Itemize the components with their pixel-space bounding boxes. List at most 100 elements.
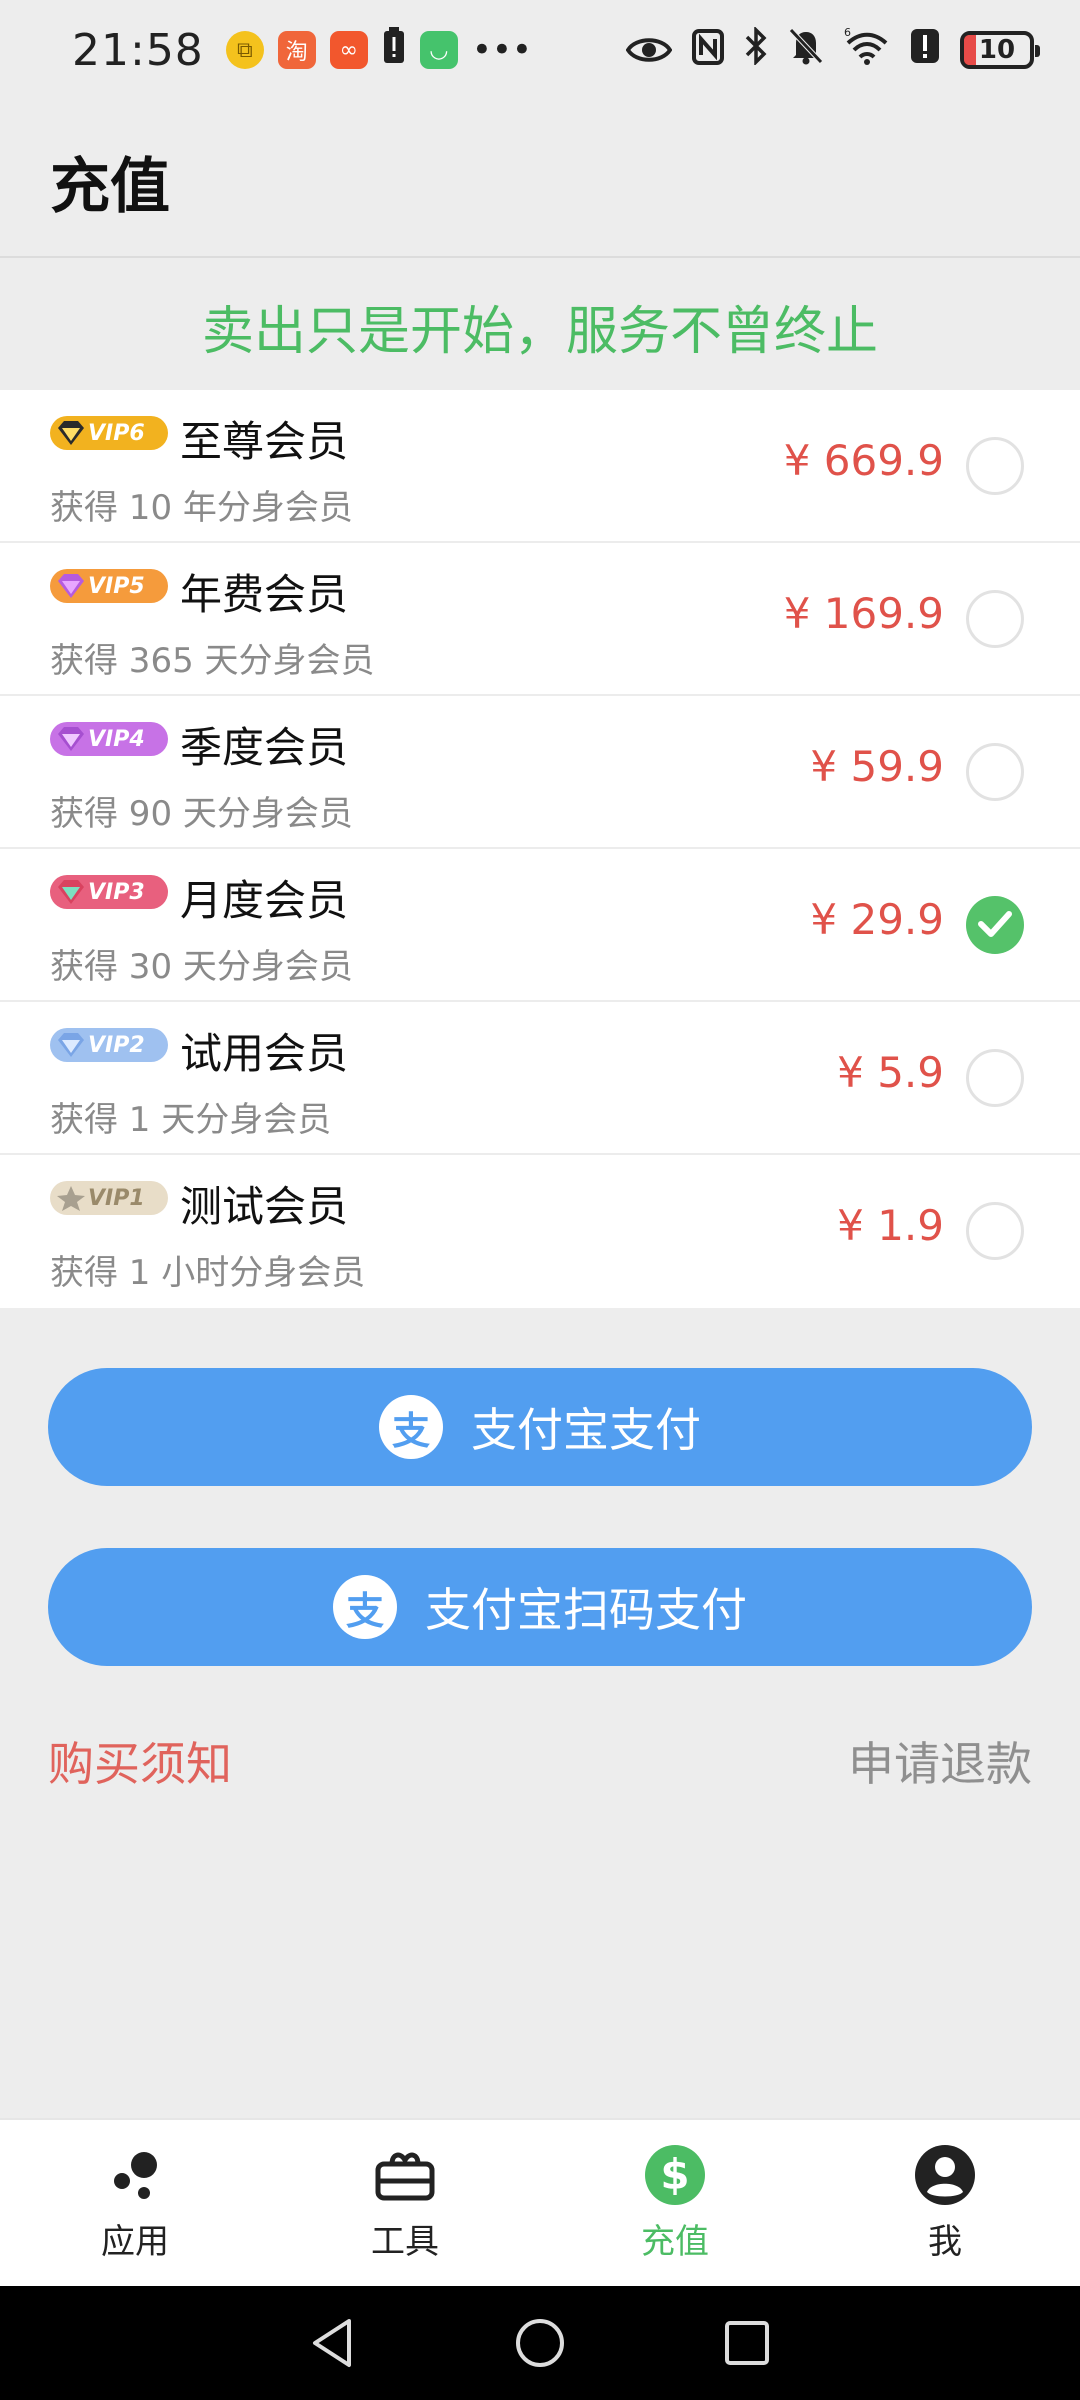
toolbox-icon — [374, 2144, 436, 2206]
apps-dots-icon — [104, 2144, 166, 2206]
diamond-icon — [58, 727, 84, 751]
plan-name: 试用会员 — [180, 1029, 349, 1078]
vip-badge-label: VIP4 — [88, 726, 145, 752]
account-circle-icon — [914, 2144, 976, 2206]
plan-price: ¥ 5.9 — [837, 1048, 944, 1097]
system-status-icons: 6 10 — [625, 25, 1040, 75]
vip-badge-label: VIP5 — [88, 573, 145, 599]
plan-desc: 获得 10 年分身会员 — [50, 488, 353, 528]
dollar-circle-icon: $ — [644, 2144, 706, 2206]
plan-radio[interactable] — [966, 1202, 1024, 1260]
nav-label: 充值 — [641, 2221, 709, 2262]
vip-badge-label: VIP2 — [88, 1032, 145, 1058]
vip-badge-label: VIP6 — [88, 420, 145, 446]
plan-name: 测试会员 — [180, 1182, 349, 1231]
alipay-scan-pay-button[interactable]: 支 支付宝扫码支付 — [48, 1548, 1032, 1666]
vip-badge: VIP4 — [50, 722, 168, 756]
nav-item-tools[interactable]: 工具 — [270, 2120, 540, 2286]
footer-links: 购买须知 申请退款 — [48, 1728, 1032, 1798]
alipay-icon: 支 — [379, 1395, 443, 1459]
back-icon[interactable] — [309, 2317, 357, 2369]
battery-alert-icon — [382, 26, 406, 75]
star-icon — [57, 1186, 85, 1211]
diamond-icon — [58, 421, 84, 445]
plan-name: 年费会员 — [180, 570, 349, 619]
mute-bell-icon — [788, 26, 824, 75]
home-icon[interactable] — [514, 2317, 566, 2369]
nav-item-recharge[interactable]: $ 充值 — [540, 2120, 810, 2286]
vip-badge: VIP6 — [50, 416, 168, 450]
vip-badge: VIP3 — [50, 875, 168, 909]
plan-price: ¥ 1.9 — [837, 1201, 944, 1250]
plan-price: ¥ 59.9 — [810, 742, 944, 791]
plan-list: VIP6 至尊会员 获得 10 年分身会员 ¥ 669.9 VIP5 年费会员 … — [0, 390, 1080, 1308]
app-header: 充值 — [0, 100, 1080, 258]
plan-radio[interactable] — [966, 437, 1024, 495]
purchase-notice-link[interactable]: 购买须知 — [48, 1728, 232, 1794]
plan-desc: 获得 1 天分身会员 — [50, 1100, 332, 1140]
alipay-scan-pay-label: 支付宝扫码支付 — [425, 1583, 747, 1637]
vip-badge-label: VIP3 — [88, 879, 145, 905]
refund-request-link[interactable]: 申请退款 — [848, 1728, 1032, 1794]
page-title: 充值 — [50, 152, 170, 222]
recents-icon[interactable] — [723, 2319, 771, 2367]
plan-desc: 获得 1 小时分身会员 — [50, 1253, 366, 1293]
plan-name: 季度会员 — [180, 723, 349, 772]
plan-desc: 获得 90 天分身会员 — [50, 794, 353, 834]
plan-row-vip4[interactable]: VIP4 季度会员 获得 90 天分身会员 ¥ 59.9 — [0, 696, 1080, 849]
diamond-icon — [58, 1033, 84, 1057]
system-nav-bar — [0, 2286, 1080, 2400]
plan-radio[interactable] — [966, 743, 1024, 801]
plan-desc: 获得 30 天分身会员 — [50, 947, 353, 987]
plan-radio[interactable] — [966, 590, 1024, 648]
svg-text:$: $ — [660, 2150, 689, 2199]
plan-row-vip2[interactable]: VIP2 试用会员 获得 1 天分身会员 ¥ 5.9 — [0, 1002, 1080, 1155]
nav-label: 应用 — [101, 2221, 169, 2262]
notification-icons: ⧉ 淘 ∞ ◡ ••• — [225, 26, 532, 75]
plan-row-vip6[interactable]: VIP6 至尊会员 获得 10 年分身会员 ¥ 669.9 — [0, 390, 1080, 543]
bluetooth-icon — [744, 25, 768, 75]
mi-home-icon: ◡ — [419, 31, 458, 69]
plan-radio[interactable] — [966, 1049, 1024, 1107]
check-icon — [978, 911, 1012, 937]
alert-icon — [910, 26, 940, 75]
alipay-icon: 支 — [333, 1575, 397, 1639]
plan-radio-checked[interactable] — [966, 896, 1024, 954]
bottom-nav: 应用 工具 $ 充值 我 — [0, 2118, 1080, 2286]
plan-price: ¥ 169.9 — [783, 589, 944, 638]
status-time: 21:58 — [72, 24, 204, 76]
copy-app-icon: ⧉ — [225, 31, 264, 69]
alipay-pay-button[interactable]: 支 支付宝支付 — [48, 1368, 1032, 1486]
more-dots-icon: ••• — [471, 30, 532, 70]
battery-icon: 10 — [960, 31, 1040, 69]
nfc-icon — [692, 26, 724, 75]
plan-row-vip1[interactable]: VIP1 测试会员 获得 1 小时分身会员 ¥ 1.9 — [0, 1155, 1080, 1308]
slogan-banner: 卖出只是开始，服务不曾终止 — [201, 301, 878, 362]
taobao-icon: 淘 — [277, 31, 316, 69]
recharge-page: 21:58 ⧉ 淘 ∞ ◡ ••• 6 10 充值 卖出只是开始，服务不曾终止 … — [0, 0, 1080, 2400]
wifi-icon: 6 — [844, 26, 890, 75]
nav-item-apps[interactable]: 应用 — [0, 2120, 270, 2286]
plan-row-vip3[interactable]: VIP3 月度会员 获得 30 天分身会员 ¥ 29.9 — [0, 849, 1080, 1002]
diamond-icon — [58, 574, 84, 598]
plan-row-vip5[interactable]: VIP5 年费会员 获得 365 天分身会员 ¥ 169.9 — [0, 543, 1080, 696]
plan-name: 月度会员 — [180, 876, 349, 925]
plan-price: ¥ 29.9 — [810, 895, 944, 944]
plan-desc: 获得 365 天分身会员 — [50, 641, 375, 681]
battery-level: 10 — [978, 35, 1016, 65]
vip-badge: VIP1 — [50, 1181, 168, 1215]
vip-badge: VIP2 — [50, 1028, 168, 1062]
svg-text:6: 6 — [844, 27, 851, 39]
nav-label: 我 — [928, 2221, 962, 2262]
eye-icon — [625, 26, 673, 75]
alipay-pay-label: 支付宝支付 — [471, 1403, 701, 1457]
vip-badge-label: VIP1 — [88, 1185, 145, 1211]
app-grid-icon: ∞ — [329, 31, 368, 69]
diamond-icon — [58, 880, 84, 904]
status-bar: 21:58 ⧉ 淘 ∞ ◡ ••• 6 10 — [0, 0, 1080, 100]
vip-badge: VIP5 — [50, 569, 168, 603]
plan-name: 至尊会员 — [180, 417, 349, 466]
nav-label: 工具 — [371, 2221, 439, 2262]
nav-item-me[interactable]: 我 — [810, 2120, 1080, 2286]
plan-price: ¥ 669.9 — [783, 436, 944, 485]
